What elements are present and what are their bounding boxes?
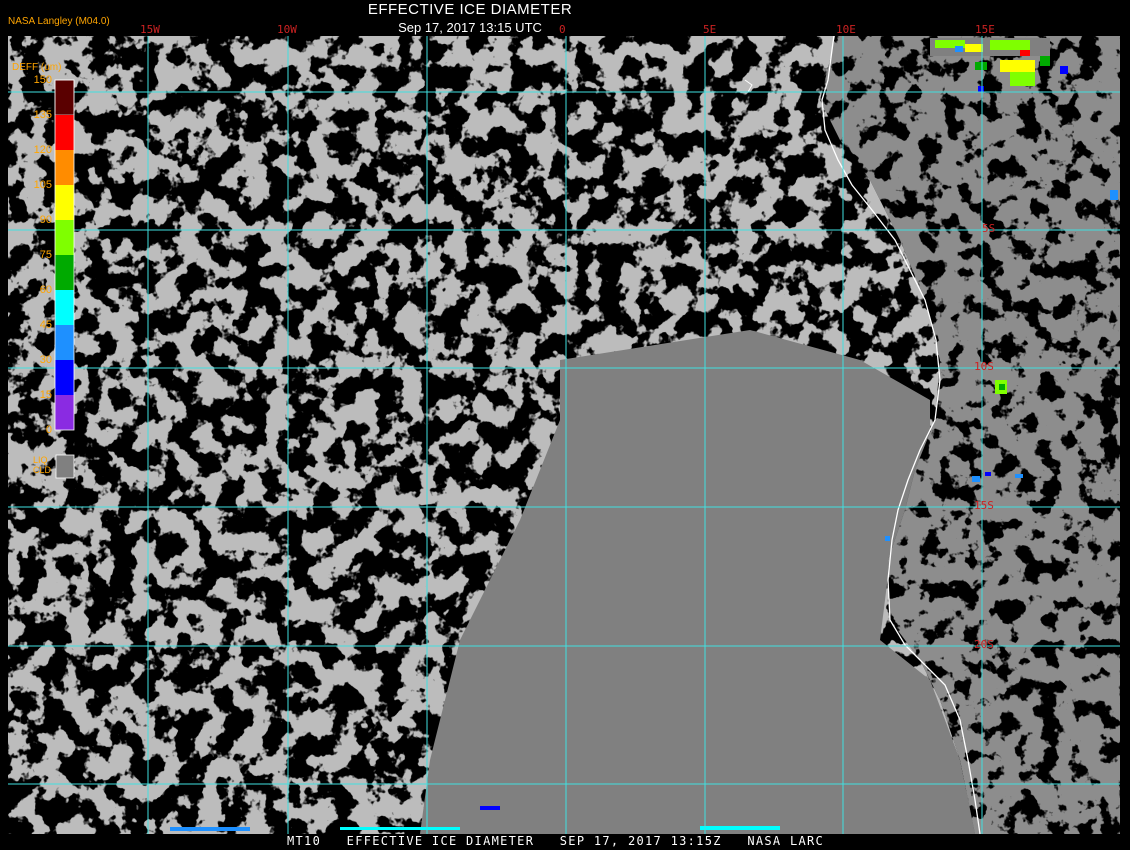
lon-label: 10W	[277, 23, 297, 36]
legend-colorbar	[54, 79, 75, 431]
map-title: EFFECTIVE ICE DIAMETER	[367, 1, 573, 18]
legend-title: DEFF (um)	[12, 62, 62, 73]
legend-tick-label: 45	[39, 319, 52, 331]
liquid-cloud-label-line2: CLD	[33, 465, 52, 475]
legend-tick-label: 150	[33, 74, 52, 86]
legend-tick-label: 135	[33, 109, 52, 121]
legend-tick-label: 120	[33, 144, 52, 156]
ice-cloud-cluster-10s	[995, 380, 1007, 394]
lat-label: 20S	[974, 638, 994, 651]
legend-tick-label: 15	[39, 389, 52, 401]
legend-tick-label: 75	[39, 249, 52, 261]
lat-label: 10S	[974, 360, 994, 373]
legend-tick-label: 105	[33, 179, 52, 191]
producer-label: NASA Langley (M04.0)	[8, 16, 110, 27]
lon-label: 15W	[140, 23, 160, 36]
footer-caption: MT10 EFFECTIVE ICE DIAMETER SEP 17, 2017…	[287, 834, 825, 848]
liquid-cloud-swatch	[55, 454, 75, 479]
lat-label: 5S	[982, 222, 996, 235]
lat-label: 15S	[974, 499, 994, 512]
lon-label: 15E	[975, 23, 995, 36]
legend-tick-label: 30	[39, 354, 52, 366]
satellite-map	[0, 0, 1130, 850]
liquid-cloud-label-line1: LIQ	[33, 455, 48, 465]
legend-tick-label: 0	[45, 424, 52, 436]
lon-label: 0	[559, 23, 566, 36]
legend-tick-label: 90	[39, 214, 52, 226]
lon-label: 5E	[703, 23, 717, 36]
legend-tick-label: 60	[39, 284, 52, 296]
lon-label: 10E	[836, 23, 856, 36]
